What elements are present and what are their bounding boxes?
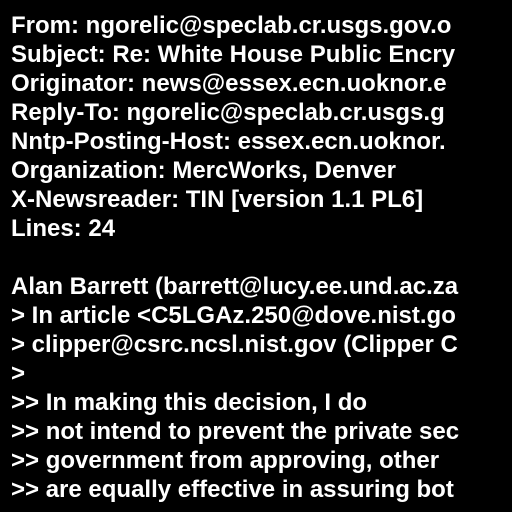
body-line: >> are equally effective in assuring bot [11,476,454,503]
header-from: From: ngorelic@speclab.cr.usgs.gov.o [11,12,452,39]
body-line: >> In making this decision, I do [11,389,368,416]
header-nntp-posting-host: Nntp-Posting-Host: essex.ecn.uoknor. [11,128,446,155]
body-line: >> government from approving, other [11,447,440,474]
body-line: Alan Barrett (barrett@lucy.ee.und.ac.za [11,273,459,300]
header-organization: Organization: MercWorks, Denver [11,157,396,184]
body-line: >> not intend to prevent the private sec [11,418,460,445]
header-lines: Lines: 24 [11,215,116,242]
newsgroup-message-view: From: ngorelic@speclab.cr.usgs.gov.o Sub… [0,0,512,512]
body-line: > In article <C5LGAz.250@dove.nist.go [11,302,456,329]
header-originator: Originator: news@essex.ecn.uoknor.e [11,70,447,97]
body-line: > [11,360,26,387]
header-reply-to: Reply-To: ngorelic@speclab.cr.usgs.g [11,99,445,126]
header-subject: Subject: Re: White House Public Encry [11,41,456,68]
body-line: > clipper@csrc.ncsl.nist.gov (Clipper C [11,331,458,358]
header-x-newsreader: X-Newsreader: TIN [version 1.1 PL6] [11,186,424,213]
